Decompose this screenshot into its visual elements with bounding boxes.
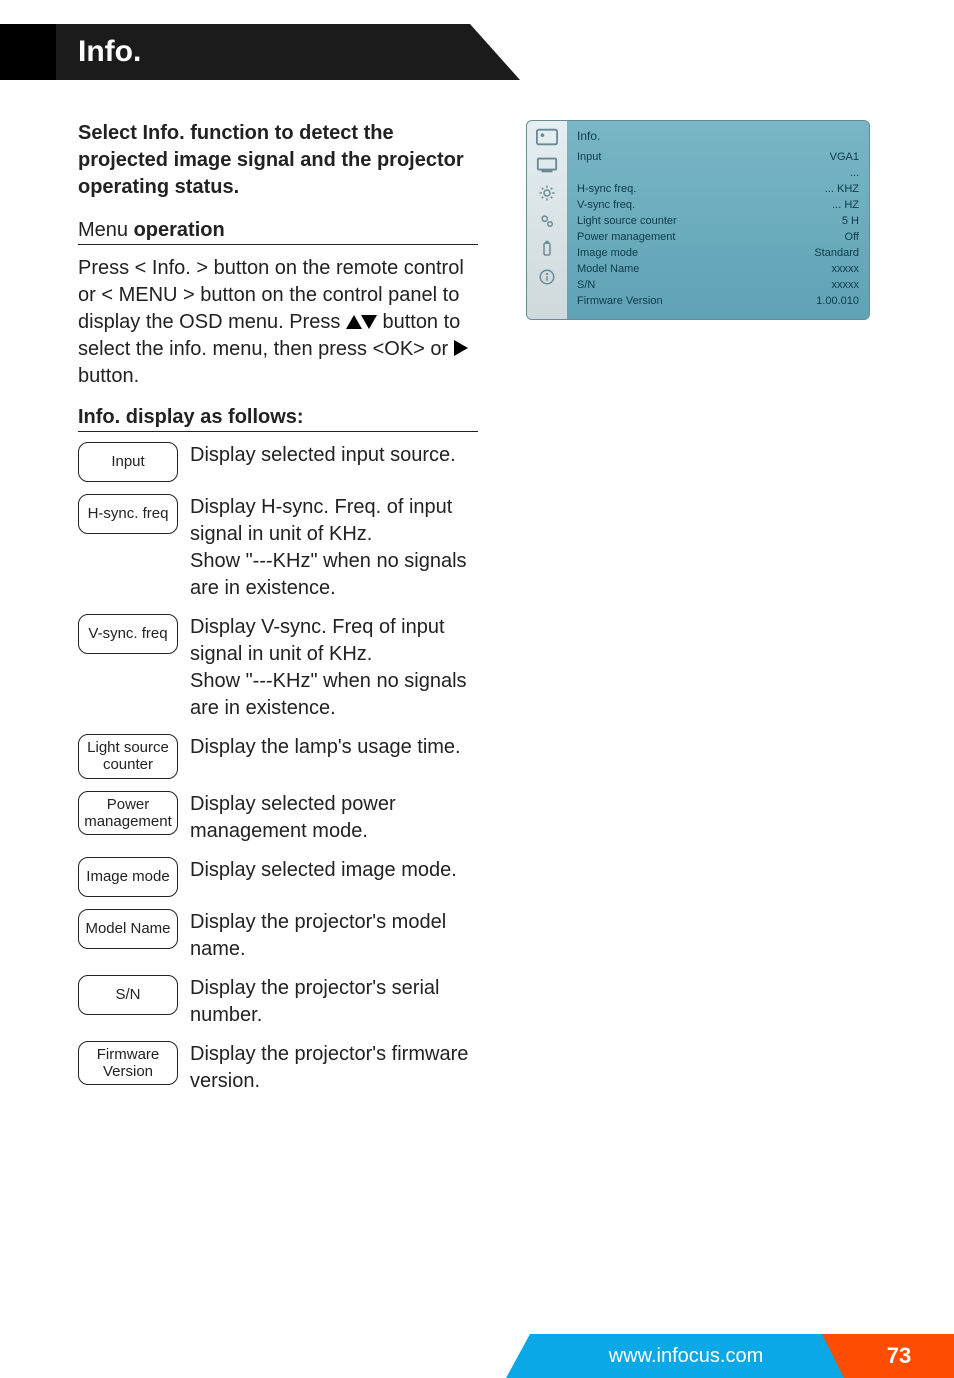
info-row: Light source counter Display the lamp's u… — [78, 734, 478, 779]
info-desc: Display the projector's model name. — [190, 909, 478, 963]
info-row: V-sync. freq Display V-sync. Freq of inpu… — [78, 614, 478, 722]
osd-main: Info. Input VGA1... H-sync freq. ... KHZ V-s… — [567, 121, 869, 319]
osd-row: Model Name xxxxx — [577, 261, 859, 277]
info-row: Input Display selected input source. — [78, 442, 478, 482]
info-desc: Display the projector's serial number. — [190, 975, 478, 1029]
osd-row-key: Image mode — [577, 247, 638, 259]
intro-text: Select Info. function to detect the proj… — [78, 120, 478, 201]
osd-row: Power management Off — [577, 229, 859, 245]
info-label-box: Light source counter — [78, 734, 178, 779]
gear-icon — [534, 183, 560, 203]
info-label-box: H-sync. freq — [78, 494, 178, 534]
info-row: H-sync. freq Display H-sync. Freq. of inp… — [78, 494, 478, 602]
osd-row-key: Light source counter — [577, 215, 677, 227]
osd-row-value: ... HZ — [832, 199, 859, 211]
info-label-box: Input — [78, 442, 178, 482]
osd-row: V-sync freq. ... HZ — [577, 197, 859, 213]
info-row: Firmware Version Display the projector's … — [78, 1041, 478, 1095]
osd-row: Firmware Version 1.00.010 — [577, 293, 859, 309]
info-icon — [534, 267, 560, 287]
footer-url: www.infocus.com — [506, 1334, 866, 1378]
info-desc: Display V-sync. Freq of input signal in … — [190, 614, 478, 722]
info-label-box: V-sync. freq — [78, 614, 178, 654]
osd-row-value: Standard — [814, 247, 859, 259]
info-desc: Display selected power management mode. — [190, 791, 478, 845]
osd-row-key: Power management — [577, 231, 675, 243]
advanced-gear-icon — [534, 211, 560, 231]
info-label-box: Model Name — [78, 909, 178, 949]
image-icon — [534, 127, 560, 147]
usb-icon — [534, 239, 560, 259]
info-display-heading: Info. display as follows: — [78, 406, 478, 432]
info-table: Input Display selected input source. H-syn… — [78, 442, 478, 1095]
osd-title: Info. — [577, 129, 859, 143]
info-label-box: Image mode — [78, 857, 178, 897]
osd-row: Input VGA1 — [577, 149, 859, 165]
display-icon — [534, 155, 560, 175]
menu-operation-heading: Menu operation — [78, 219, 478, 245]
arrow-right-icon — [454, 340, 468, 356]
osd-row-value: xxxxx — [832, 263, 860, 275]
header-bar: Info. — [0, 24, 954, 80]
info-row: Power management Display selected power m… — [78, 791, 478, 845]
info-desc: Display H-sync. Freq. of input signal in… — [190, 494, 478, 602]
right-column: Info. Input VGA1... H-sync freq. ... KHZ V-s… — [512, 120, 894, 1107]
osd-row-key: S/N — [577, 279, 595, 291]
osd-row-key: H-sync freq. — [577, 183, 636, 195]
info-desc: Display the lamp's usage time. — [190, 734, 478, 761]
info-row: Model Name Display the projector's model … — [78, 909, 478, 963]
osd-row-value: 1.00.010 — [816, 295, 859, 307]
info-label-box: Firmware Version — [78, 1041, 178, 1086]
osd-row-value: ... KHZ — [825, 183, 859, 195]
header-stripe — [0, 24, 56, 80]
osd-row-key: Model Name — [577, 263, 639, 275]
info-display-heading-text: Info. display as follows: — [78, 406, 304, 428]
info-row: S/N Display the projector's serial number… — [78, 975, 478, 1029]
heading-bold: operation — [134, 219, 225, 241]
osd-row-value: Off — [845, 231, 859, 243]
osd-row-value: 5 H — [842, 215, 859, 227]
osd-row: Image mode Standard — [577, 245, 859, 261]
arrow-down-icon — [361, 315, 377, 329]
info-desc: Display the projector's firmware version… — [190, 1041, 478, 1095]
osd-row-value: VGA1 — [830, 151, 859, 163]
menu-operation-paragraph: Press < Info. > button on the remote con… — [78, 255, 478, 390]
footer: www.infocus.com 73 — [0, 1334, 954, 1378]
footer-page-number: 73 — [844, 1334, 954, 1378]
info-desc: Display selected input source. — [190, 442, 478, 469]
osd-row: H-sync freq. ... KHZ — [577, 181, 859, 197]
osd-icon-column — [527, 121, 567, 319]
info-label-box: S/N — [78, 975, 178, 1015]
osd-row-value: xxxxx — [832, 279, 860, 291]
arrow-up-icon — [346, 315, 362, 329]
osd-row: ... — [577, 165, 859, 181]
info-row: Image mode Display selected image mode. — [78, 857, 478, 897]
osd-rows: Input VGA1... H-sync freq. ... KHZ V-sync fr… — [577, 149, 859, 309]
left-column: Select Info. function to detect the proj… — [78, 120, 478, 1107]
info-desc: Display selected image mode. — [190, 857, 478, 884]
osd-panel: Info. Input VGA1... H-sync freq. ... KHZ V-s… — [526, 120, 870, 320]
osd-row-key: Firmware Version — [577, 295, 663, 307]
osd-row-value: ... — [850, 167, 859, 179]
osd-row-key: V-sync freq. — [577, 199, 635, 211]
heading-light: Menu — [78, 219, 134, 241]
osd-row: Light source counter 5 H — [577, 213, 859, 229]
para-part-3: button. — [78, 365, 139, 387]
osd-row-key: Input — [577, 151, 601, 163]
info-label-box: Power management — [78, 791, 178, 836]
page-title: Info. — [78, 24, 141, 80]
osd-row: S/N xxxxx — [577, 277, 859, 293]
